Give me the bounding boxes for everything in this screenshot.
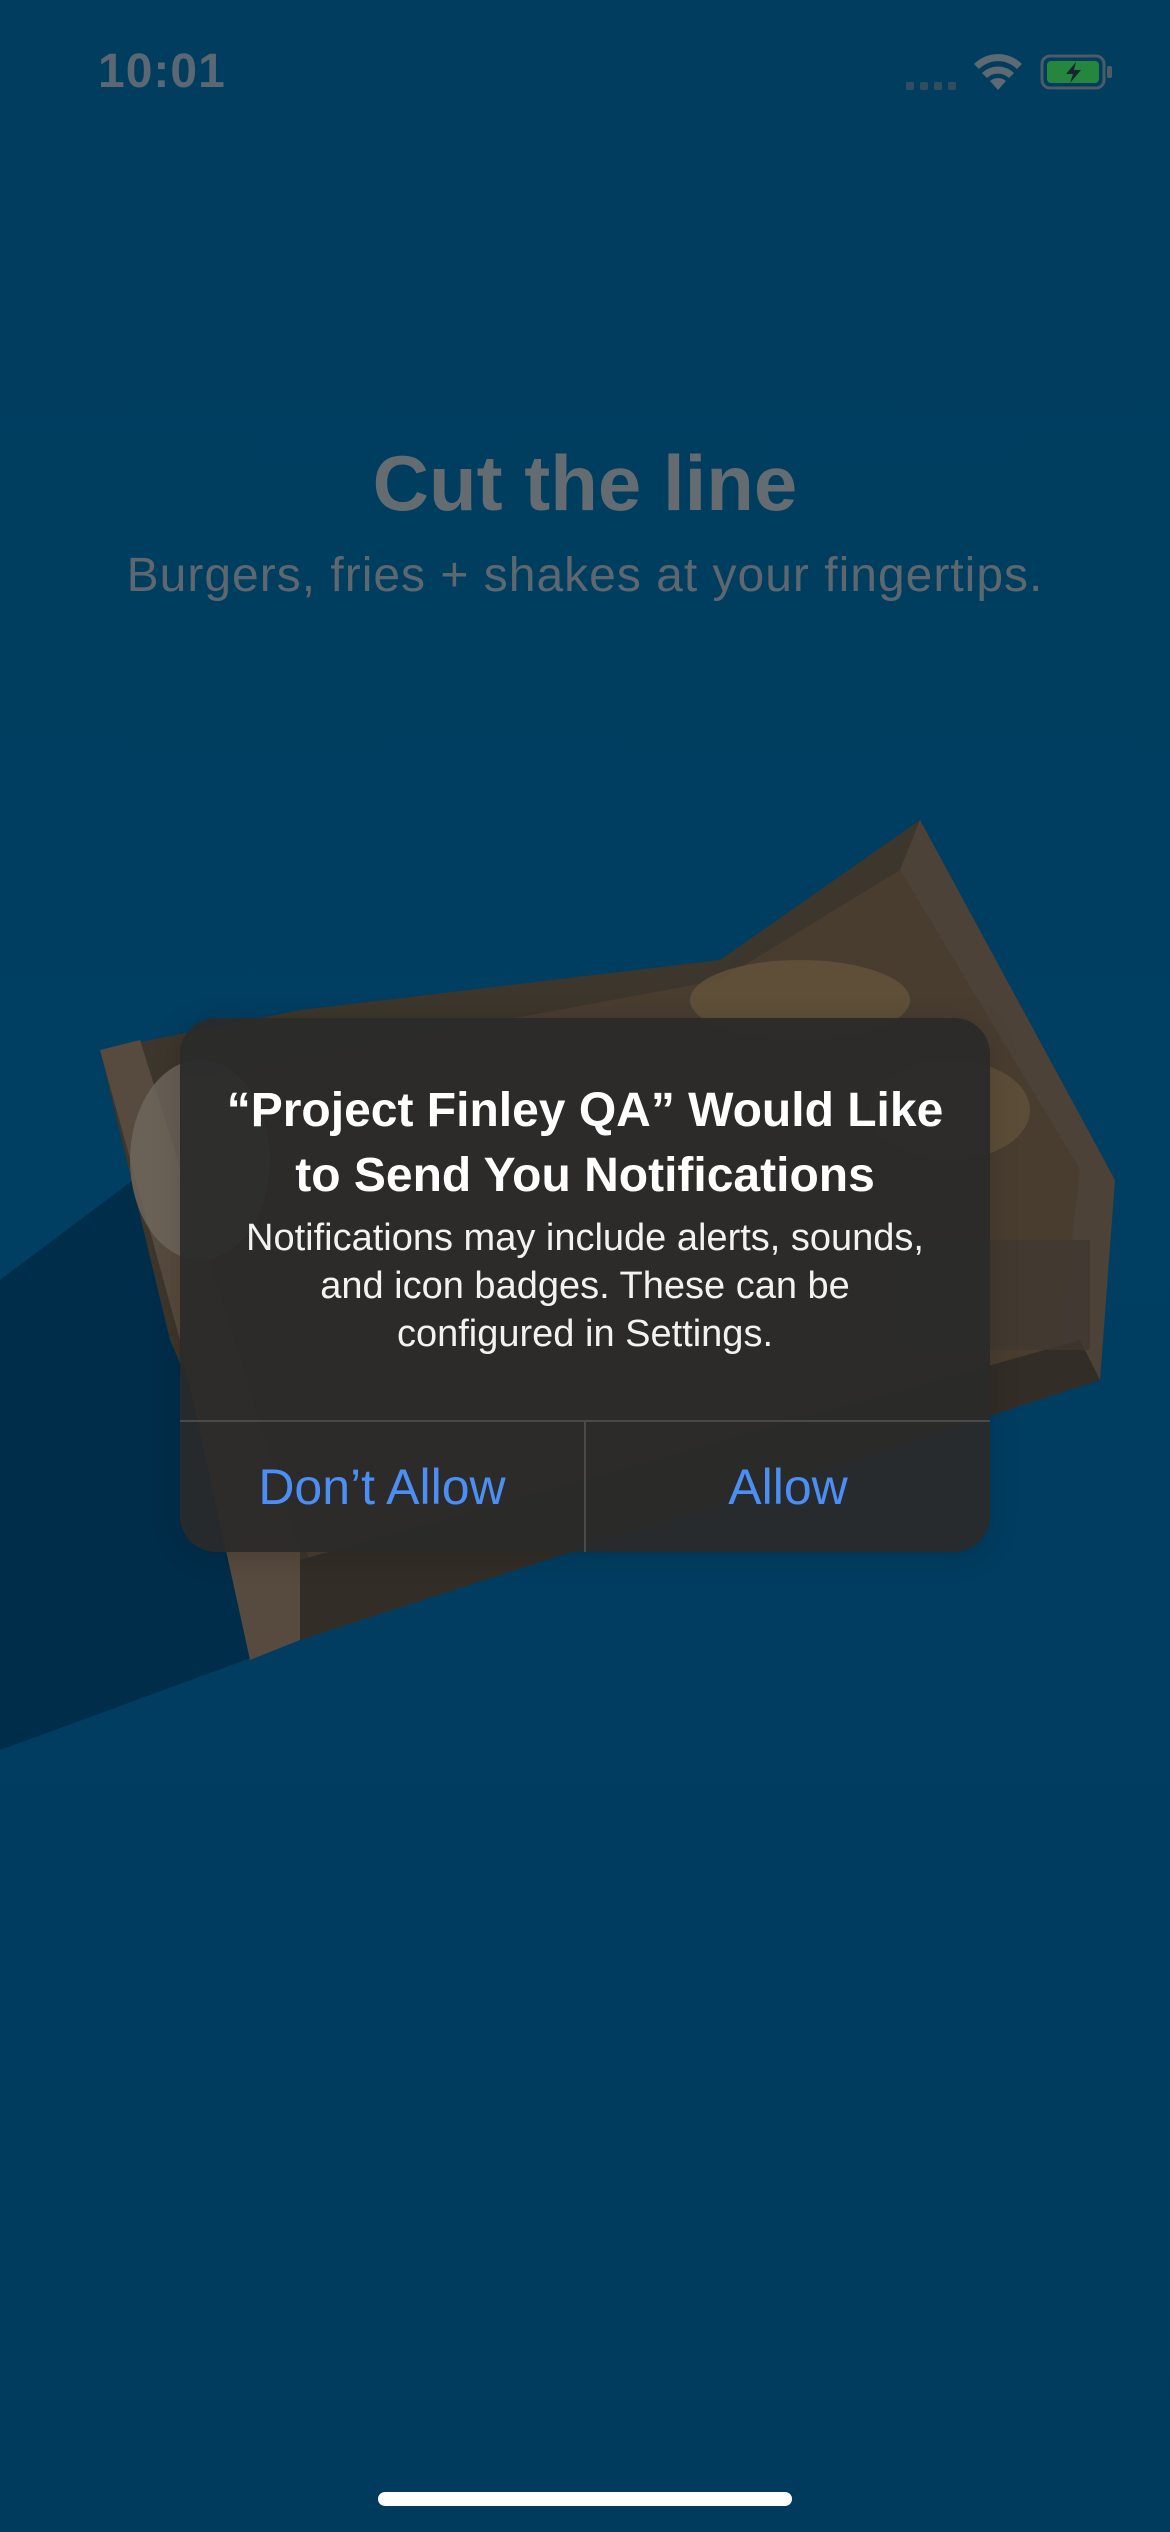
notification-permission-alert: “Project Finley QA” Would Like to Send Y… — [180, 1018, 990, 1552]
alert-title: “Project Finley QA” Would Like to Send Y… — [226, 1084, 944, 1202]
dont-allow-button[interactable]: Don’t Allow — [180, 1422, 584, 1552]
home-indicator[interactable] — [378, 2492, 792, 2506]
allow-button[interactable]: Allow — [586, 1422, 990, 1552]
app-screen: 10:01 Cut the line Burgers, fries + shak… — [0, 0, 1170, 2532]
alert-message: Notifications may include alerts, sounds… — [246, 1217, 924, 1355]
